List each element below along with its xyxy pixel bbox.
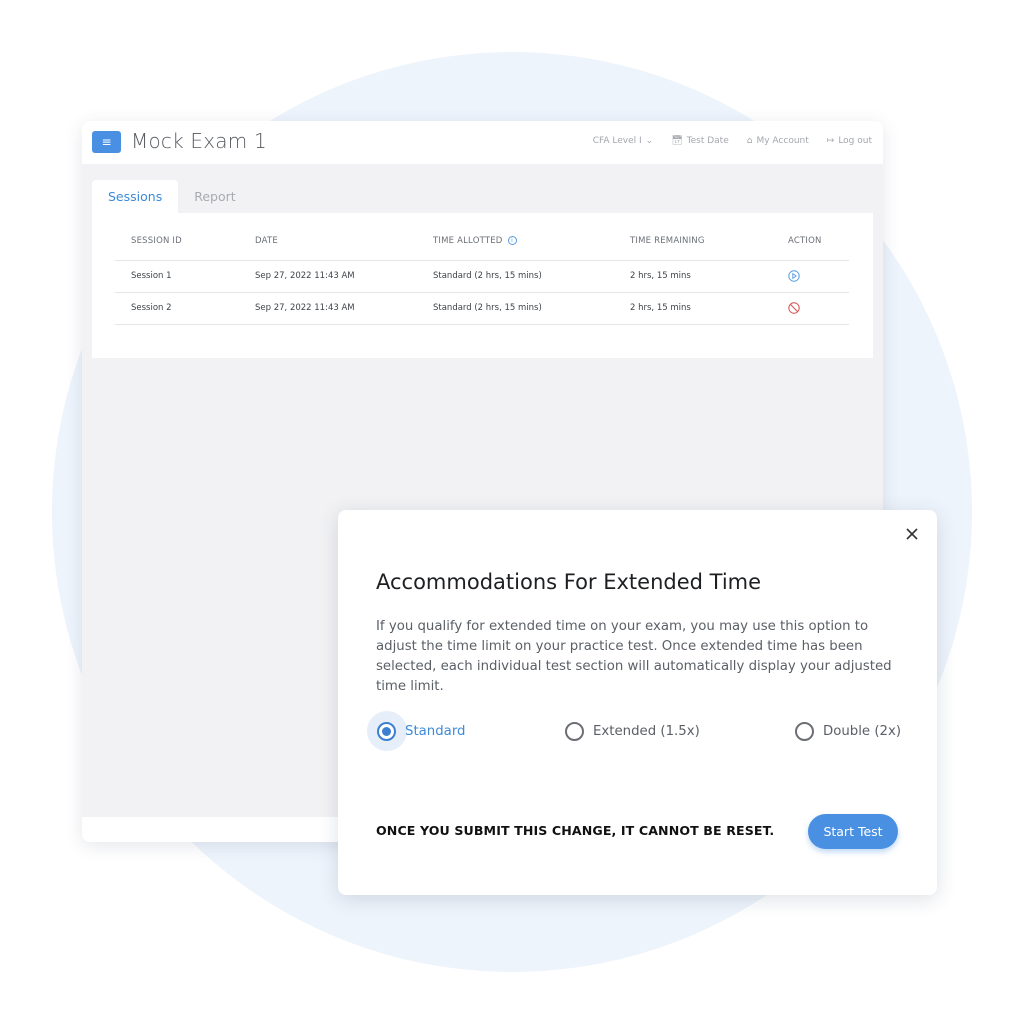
radio-extended-label: Extended (1.5x)	[593, 723, 700, 739]
content-area: Sessions Report SESSION ID DATE TIME ALL…	[92, 180, 873, 358]
session-id-cell: Session 2	[115, 292, 239, 325]
table-row: Session 2 Sep 27, 2022 11:43 AM Standard…	[115, 292, 849, 325]
level-dropdown[interactable]: CFA Level I ⌄	[593, 136, 653, 146]
column-header-session-id: SESSION ID	[115, 223, 239, 261]
table-row: Session 1 Sep 27, 2022 11:43 AM Standard…	[115, 260, 849, 293]
action-cell	[772, 260, 849, 293]
column-header-time-allotted: TIME ALLOTTED i	[417, 223, 614, 261]
radio-double[interactable]: Double (2x)	[795, 711, 901, 751]
modal-title: Accommodations For Extended Time	[376, 570, 762, 594]
radio-standard[interactable]: Standard	[367, 711, 466, 751]
radio-checked-icon	[377, 721, 396, 741]
sessions-table: SESSION ID DATE TIME ALLOTTED i TIME REMA…	[115, 223, 849, 325]
time-allotted-label: TIME ALLOTTED	[433, 236, 503, 247]
hamburger-menu-icon: ≡	[101, 135, 112, 149]
sessions-panel: SESSION ID DATE TIME ALLOTTED i TIME REMA…	[92, 213, 873, 358]
logout-link[interactable]: ↦ Log out	[827, 136, 872, 146]
close-icon[interactable]	[904, 526, 920, 542]
session-id-cell: Session 1	[115, 260, 239, 293]
extended-time-modal: Accommodations For Extended Time If you …	[338, 510, 937, 895]
play-icon[interactable]	[788, 270, 800, 282]
radio-unchecked-icon	[565, 721, 584, 741]
radio-extended[interactable]: Extended (1.5x)	[565, 711, 700, 751]
date-cell: Sep 27, 2022 11:43 AM	[239, 292, 417, 325]
action-cell	[772, 292, 849, 325]
logout-icon: ↦	[826, 136, 835, 146]
logout-label: Log out	[838, 136, 872, 146]
tab-report[interactable]: Report	[178, 180, 251, 213]
my-account-link[interactable]: ⌂ My Account	[747, 136, 809, 146]
time-allotted-cell: Standard (2 hrs, 15 mins)	[417, 260, 614, 293]
chevron-down-icon: ⌄	[645, 136, 654, 146]
time-remaining-cell: 2 hrs, 15 mins	[614, 292, 772, 325]
warning-text: ONCE YOU SUBMIT THIS CHANGE, IT CANNOT B…	[376, 823, 775, 838]
table-header-row: SESSION ID DATE TIME ALLOTTED i TIME REMA…	[115, 223, 849, 261]
start-test-button[interactable]: Start Test	[808, 814, 898, 849]
date-cell: Sep 27, 2022 11:43 AM	[239, 260, 417, 293]
level-label: CFA Level I	[592, 136, 642, 146]
tab-bar: Sessions Report	[92, 180, 252, 213]
column-header-action: ACTION	[772, 223, 849, 261]
column-header-date: DATE	[239, 223, 417, 261]
modal-description: If you qualify for extended time on your…	[376, 619, 892, 694]
time-option-radio-group: Standard Extended (1.5x) Double (2x)	[367, 711, 908, 751]
top-nav: CFA Level I ⌄ 📅︎ Test Date ⌂ My Account …	[593, 136, 872, 146]
test-date-label: Test Date	[686, 136, 729, 146]
tab-sessions[interactable]: Sessions	[92, 180, 179, 213]
column-header-time-remaining: TIME REMAINING	[614, 223, 772, 261]
calendar-icon: 📅︎	[671, 136, 683, 146]
blocked-icon[interactable]	[788, 302, 800, 314]
radio-unchecked-icon	[795, 721, 814, 741]
home-icon: ⌂	[746, 136, 753, 146]
my-account-label: My Account	[756, 136, 809, 146]
test-date-link[interactable]: 📅︎ Test Date	[671, 136, 729, 146]
menu-button[interactable]: ≡	[92, 131, 121, 153]
page-title: Mock Exam 1	[131, 129, 267, 153]
time-remaining-cell: 2 hrs, 15 mins	[614, 260, 772, 293]
radio-double-label: Double (2x)	[823, 723, 902, 739]
info-icon[interactable]: i	[507, 236, 517, 246]
time-allotted-cell: Standard (2 hrs, 15 mins)	[417, 292, 614, 325]
radio-standard-label: Standard	[405, 723, 466, 739]
top-bar: ≡ Mock Exam 1 CFA Level I ⌄ 📅︎ Test Date…	[82, 121, 883, 164]
